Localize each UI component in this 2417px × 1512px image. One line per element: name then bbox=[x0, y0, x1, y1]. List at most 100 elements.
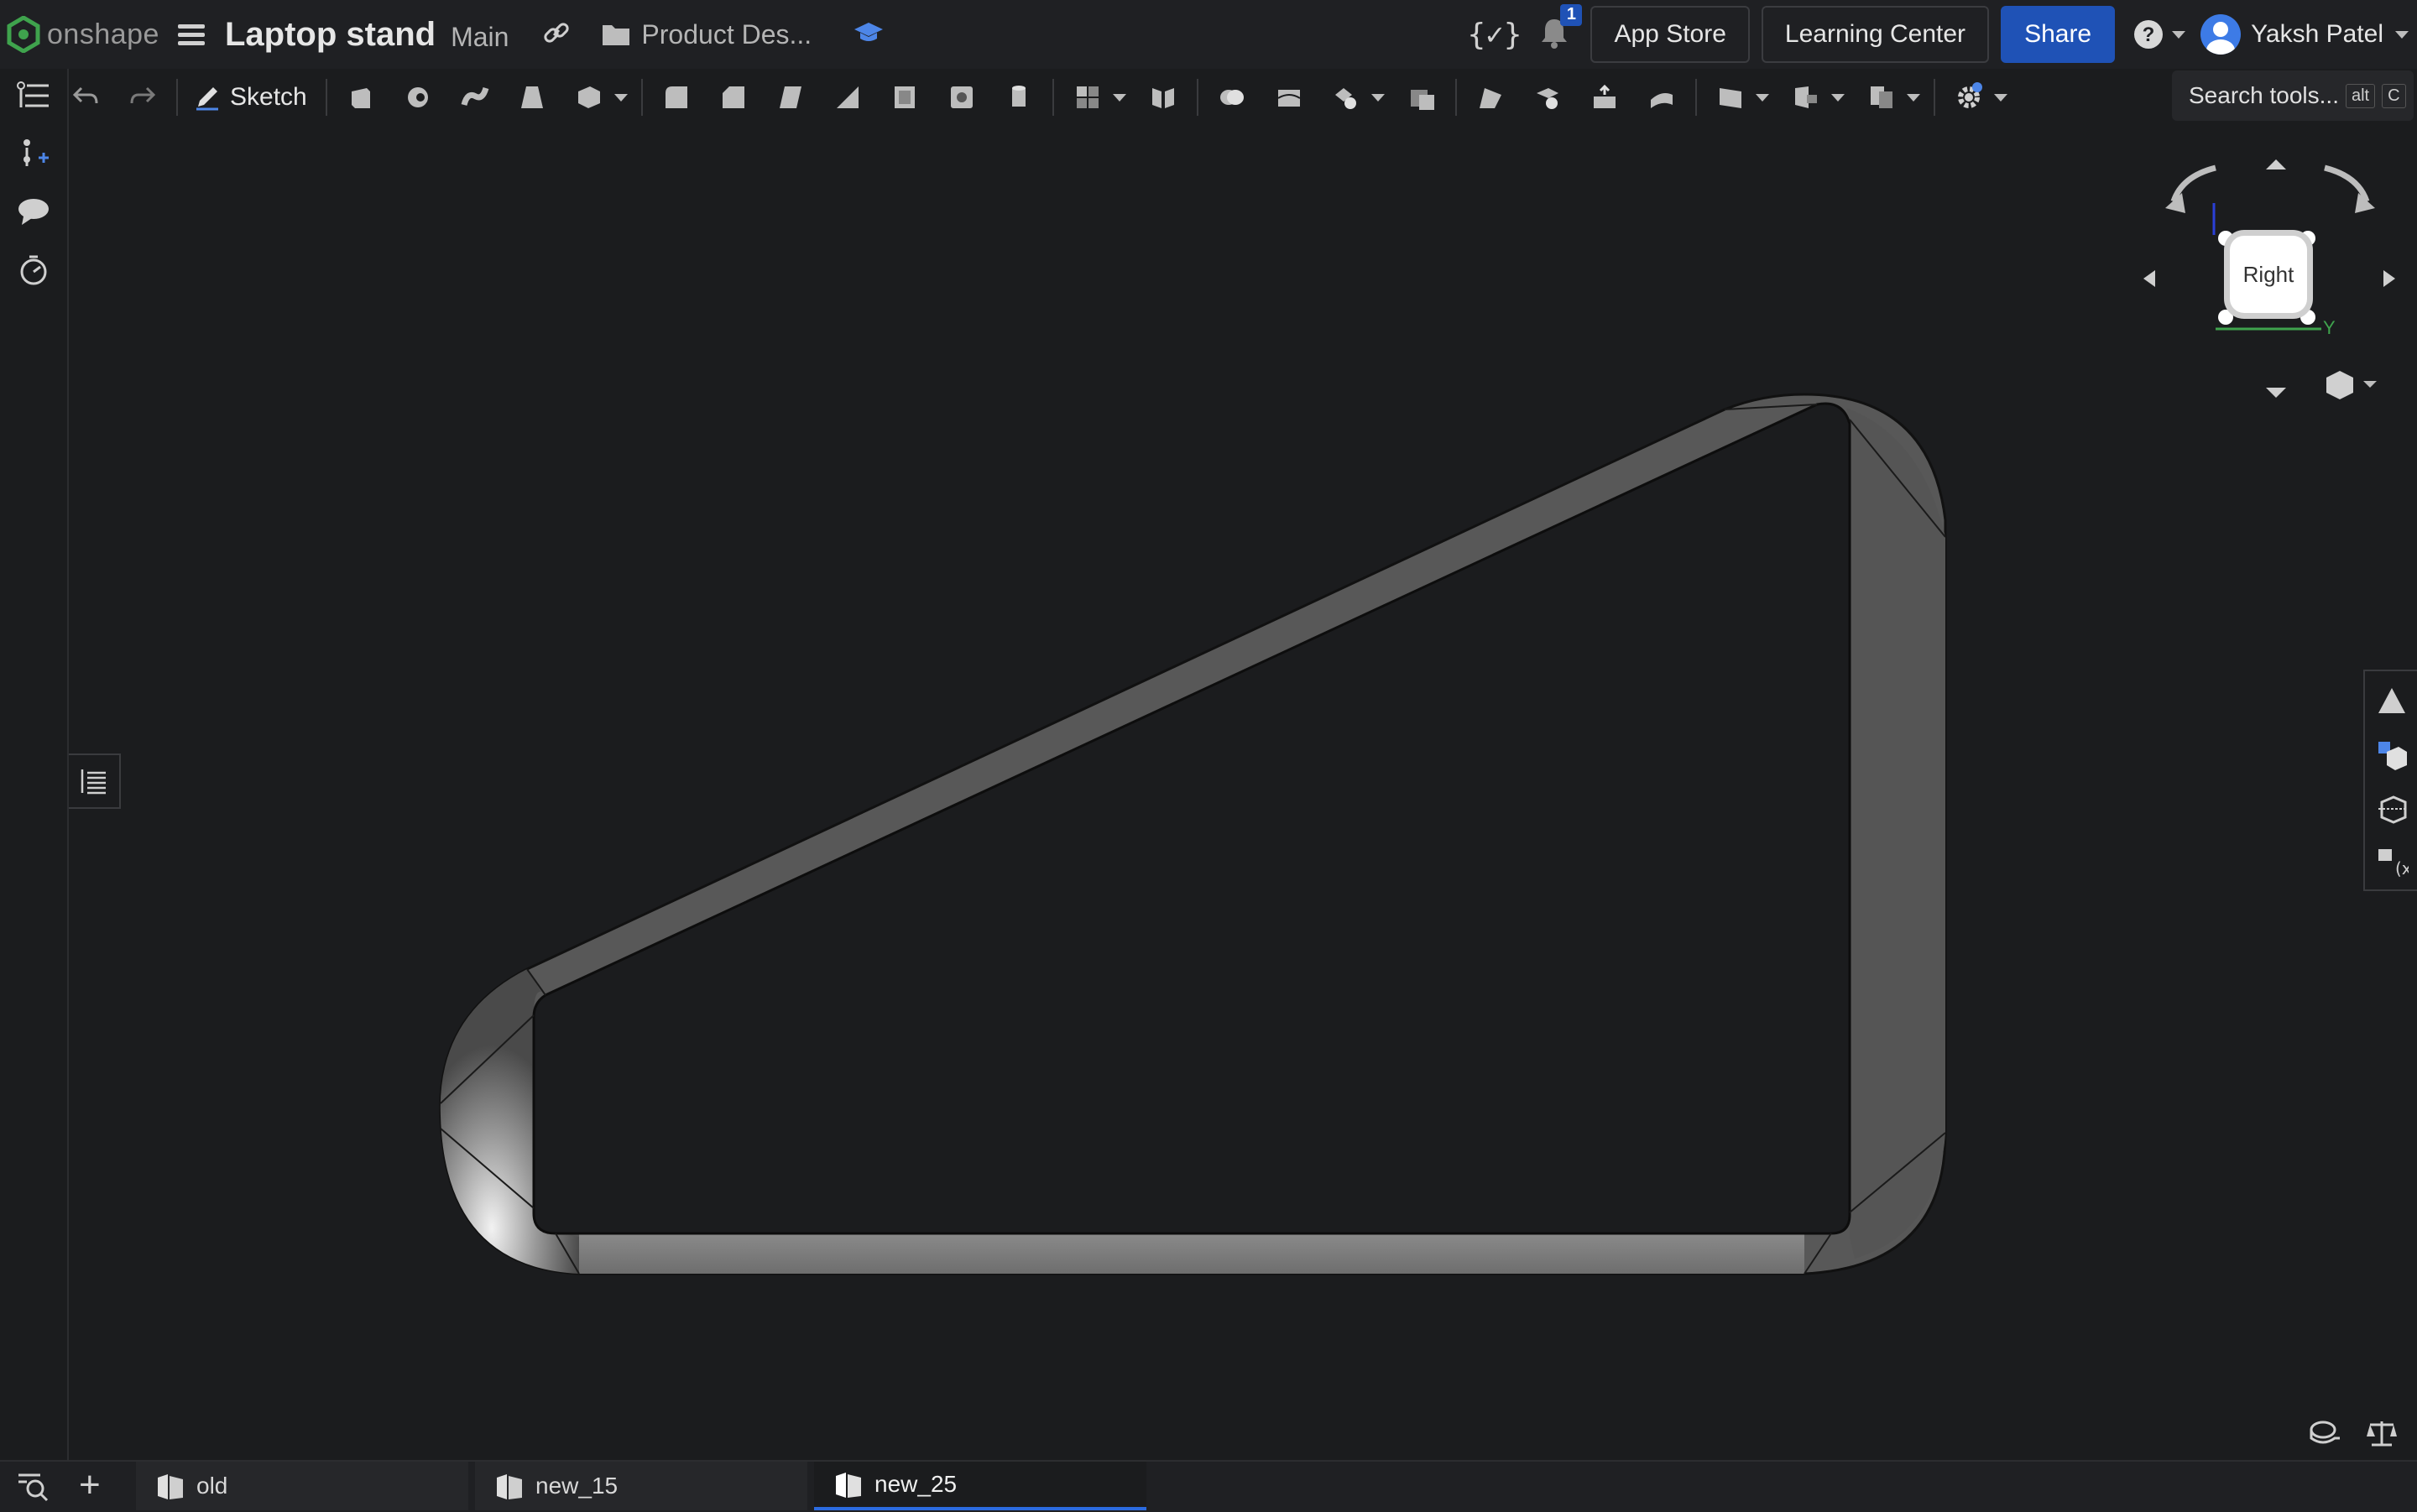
toolbar-divider bbox=[1694, 79, 1697, 116]
mate-connector-icon[interactable] bbox=[1788, 79, 1824, 116]
pattern-chevron-down-icon[interactable] bbox=[1112, 93, 1126, 102]
sweep-icon[interactable] bbox=[457, 79, 493, 116]
folder-breadcrumb[interactable]: Product Des... bbox=[601, 19, 812, 50]
balance-scale-icon[interactable] bbox=[2365, 1418, 2399, 1452]
undo-icon[interactable] bbox=[67, 79, 104, 116]
part-studio-icon bbox=[836, 1473, 861, 1498]
offset-surface-icon[interactable] bbox=[1643, 79, 1680, 116]
bottom-face bbox=[579, 1233, 1804, 1274]
inner-cavity bbox=[532, 402, 1851, 1235]
tab-old[interactable]: old bbox=[136, 1462, 468, 1510]
svg-text:(x): (x) bbox=[2395, 858, 2409, 879]
pattern-icon[interactable] bbox=[1069, 79, 1106, 116]
user-menu[interactable]: Yaksh Patel bbox=[2200, 14, 2409, 55]
graphics-viewport bbox=[439, 393, 1947, 1275]
header-right-group: {✓} 1 App Store Learning Center Share ? … bbox=[1467, 0, 2417, 69]
sheet-metal-chevron-down-icon[interactable] bbox=[1906, 93, 1920, 102]
share-button[interactable]: Share bbox=[2001, 6, 2116, 63]
mass-properties-icon[interactable] bbox=[2372, 735, 2412, 775]
help-menu[interactable]: ? bbox=[2132, 18, 2186, 51]
notification-count-badge: 1 bbox=[1560, 3, 1583, 26]
variables-icon[interactable]: (x) bbox=[2372, 842, 2412, 883]
view-left-arrow-icon[interactable] bbox=[2143, 270, 2155, 287]
feature-toolbar: Sketch Search tools... alt C bbox=[67, 70, 2417, 124]
part-studio-icon bbox=[158, 1474, 183, 1499]
plane-chevron-down-icon[interactable] bbox=[1755, 93, 1769, 102]
tab-label: new_15 bbox=[535, 1473, 619, 1499]
toolbar-divider bbox=[325, 79, 327, 116]
folder-name: Product Des... bbox=[641, 18, 812, 50]
view-cube-menu-icon[interactable] bbox=[2326, 371, 2353, 399]
boolean-icon[interactable] bbox=[1214, 79, 1250, 116]
view-cube: Right Y bbox=[2132, 143, 2417, 420]
thicken-icon[interactable] bbox=[571, 79, 608, 116]
appearance-icon[interactable] bbox=[2372, 681, 2412, 722]
app-store-button[interactable]: App Store bbox=[1590, 6, 1750, 63]
toolbar-divider bbox=[640, 79, 643, 116]
history-timer-icon[interactable] bbox=[15, 252, 52, 289]
rib-icon[interactable] bbox=[829, 79, 866, 116]
toolbar-divider bbox=[176, 79, 178, 116]
modify-fillet-icon[interactable] bbox=[1472, 79, 1509, 116]
workspace-name[interactable]: Main bbox=[451, 22, 509, 53]
loft-icon[interactable] bbox=[514, 79, 551, 116]
toolbar-divider bbox=[1454, 79, 1457, 116]
sketch-button[interactable]: Sketch bbox=[193, 83, 307, 112]
search-tools-placeholder: Search tools... bbox=[2189, 82, 2339, 108]
mate-connector-chevron-down-icon[interactable] bbox=[1830, 93, 1845, 102]
section-view-icon[interactable] bbox=[2372, 789, 2412, 829]
notifications-bell-icon[interactable]: 1 bbox=[1538, 3, 1583, 54]
custom-features-gear-icon[interactable] bbox=[1950, 79, 1987, 116]
cylinder-icon[interactable] bbox=[1000, 79, 1037, 116]
featurescript-icon[interactable]: {✓} bbox=[1467, 18, 1522, 52]
view-right-arrow-icon[interactable] bbox=[2383, 270, 2395, 287]
custom-features-chevron-down-icon[interactable] bbox=[1993, 93, 2007, 102]
toolbar-divider bbox=[1052, 79, 1054, 116]
comments-icon[interactable] bbox=[15, 193, 52, 230]
mirror-icon[interactable] bbox=[1145, 79, 1182, 116]
document-title[interactable]: Laptop stand bbox=[225, 16, 436, 54]
onshape-logo[interactable]: onshape bbox=[7, 16, 159, 53]
tab-new-15[interactable]: new_15 bbox=[475, 1462, 807, 1510]
replace-face-icon[interactable] bbox=[1586, 79, 1623, 116]
search-tools-input[interactable]: Search tools... alt C bbox=[2172, 70, 2414, 121]
avatar bbox=[2200, 14, 2242, 55]
help-chevron-down-icon bbox=[2172, 30, 2186, 39]
thicken-chevron-down-icon[interactable] bbox=[613, 93, 628, 102]
delete-part-icon[interactable] bbox=[1403, 79, 1440, 116]
user-name: Yaksh Patel bbox=[2251, 20, 2383, 48]
tab-new-25[interactable]: new_25 bbox=[814, 1462, 1146, 1510]
view-down-arrow-icon[interactable] bbox=[2266, 388, 2286, 398]
right-face bbox=[1846, 407, 1945, 1259]
feature-list-icon[interactable] bbox=[15, 77, 52, 114]
toolbar-divider bbox=[1933, 79, 1935, 116]
draft-icon[interactable] bbox=[772, 79, 809, 116]
extrude-icon[interactable] bbox=[342, 79, 379, 116]
link-icon[interactable] bbox=[542, 18, 571, 51]
tab-manager-search-icon[interactable] bbox=[15, 1470, 50, 1506]
transform-icon[interactable] bbox=[1328, 79, 1365, 116]
redo-icon[interactable] bbox=[124, 79, 161, 116]
move-face-icon[interactable] bbox=[1529, 79, 1566, 116]
hole-icon[interactable] bbox=[943, 79, 980, 116]
folder-icon bbox=[603, 25, 630, 45]
view-cube-face[interactable]: Right bbox=[2224, 230, 2313, 319]
chamfer-icon[interactable] bbox=[715, 79, 752, 116]
learning-center-button[interactable]: Learning Center bbox=[1761, 6, 1990, 63]
user-chevron-down-icon bbox=[2395, 30, 2409, 39]
revolve-icon[interactable] bbox=[399, 79, 436, 116]
measure-tool-icon[interactable] bbox=[2308, 1418, 2341, 1451]
plane-icon[interactable] bbox=[1712, 79, 1749, 116]
education-icon[interactable] bbox=[854, 20, 884, 50]
split-icon[interactable] bbox=[1271, 79, 1308, 116]
fillet-icon[interactable] bbox=[658, 79, 695, 116]
transform-chevron-down-icon[interactable] bbox=[1370, 93, 1385, 102]
laptop-stand-part[interactable] bbox=[439, 393, 1947, 1275]
sheet-metal-icon[interactable] bbox=[1863, 79, 1900, 116]
insert-part-icon[interactable] bbox=[15, 134, 52, 171]
feature-list-toggle[interactable] bbox=[69, 753, 121, 809]
add-tab-button[interactable]: + bbox=[79, 1467, 101, 1504]
shell-icon[interactable] bbox=[886, 79, 923, 116]
view-up-arrow-icon[interactable] bbox=[2266, 159, 2286, 169]
hamburger-menu-icon[interactable] bbox=[177, 23, 205, 45]
